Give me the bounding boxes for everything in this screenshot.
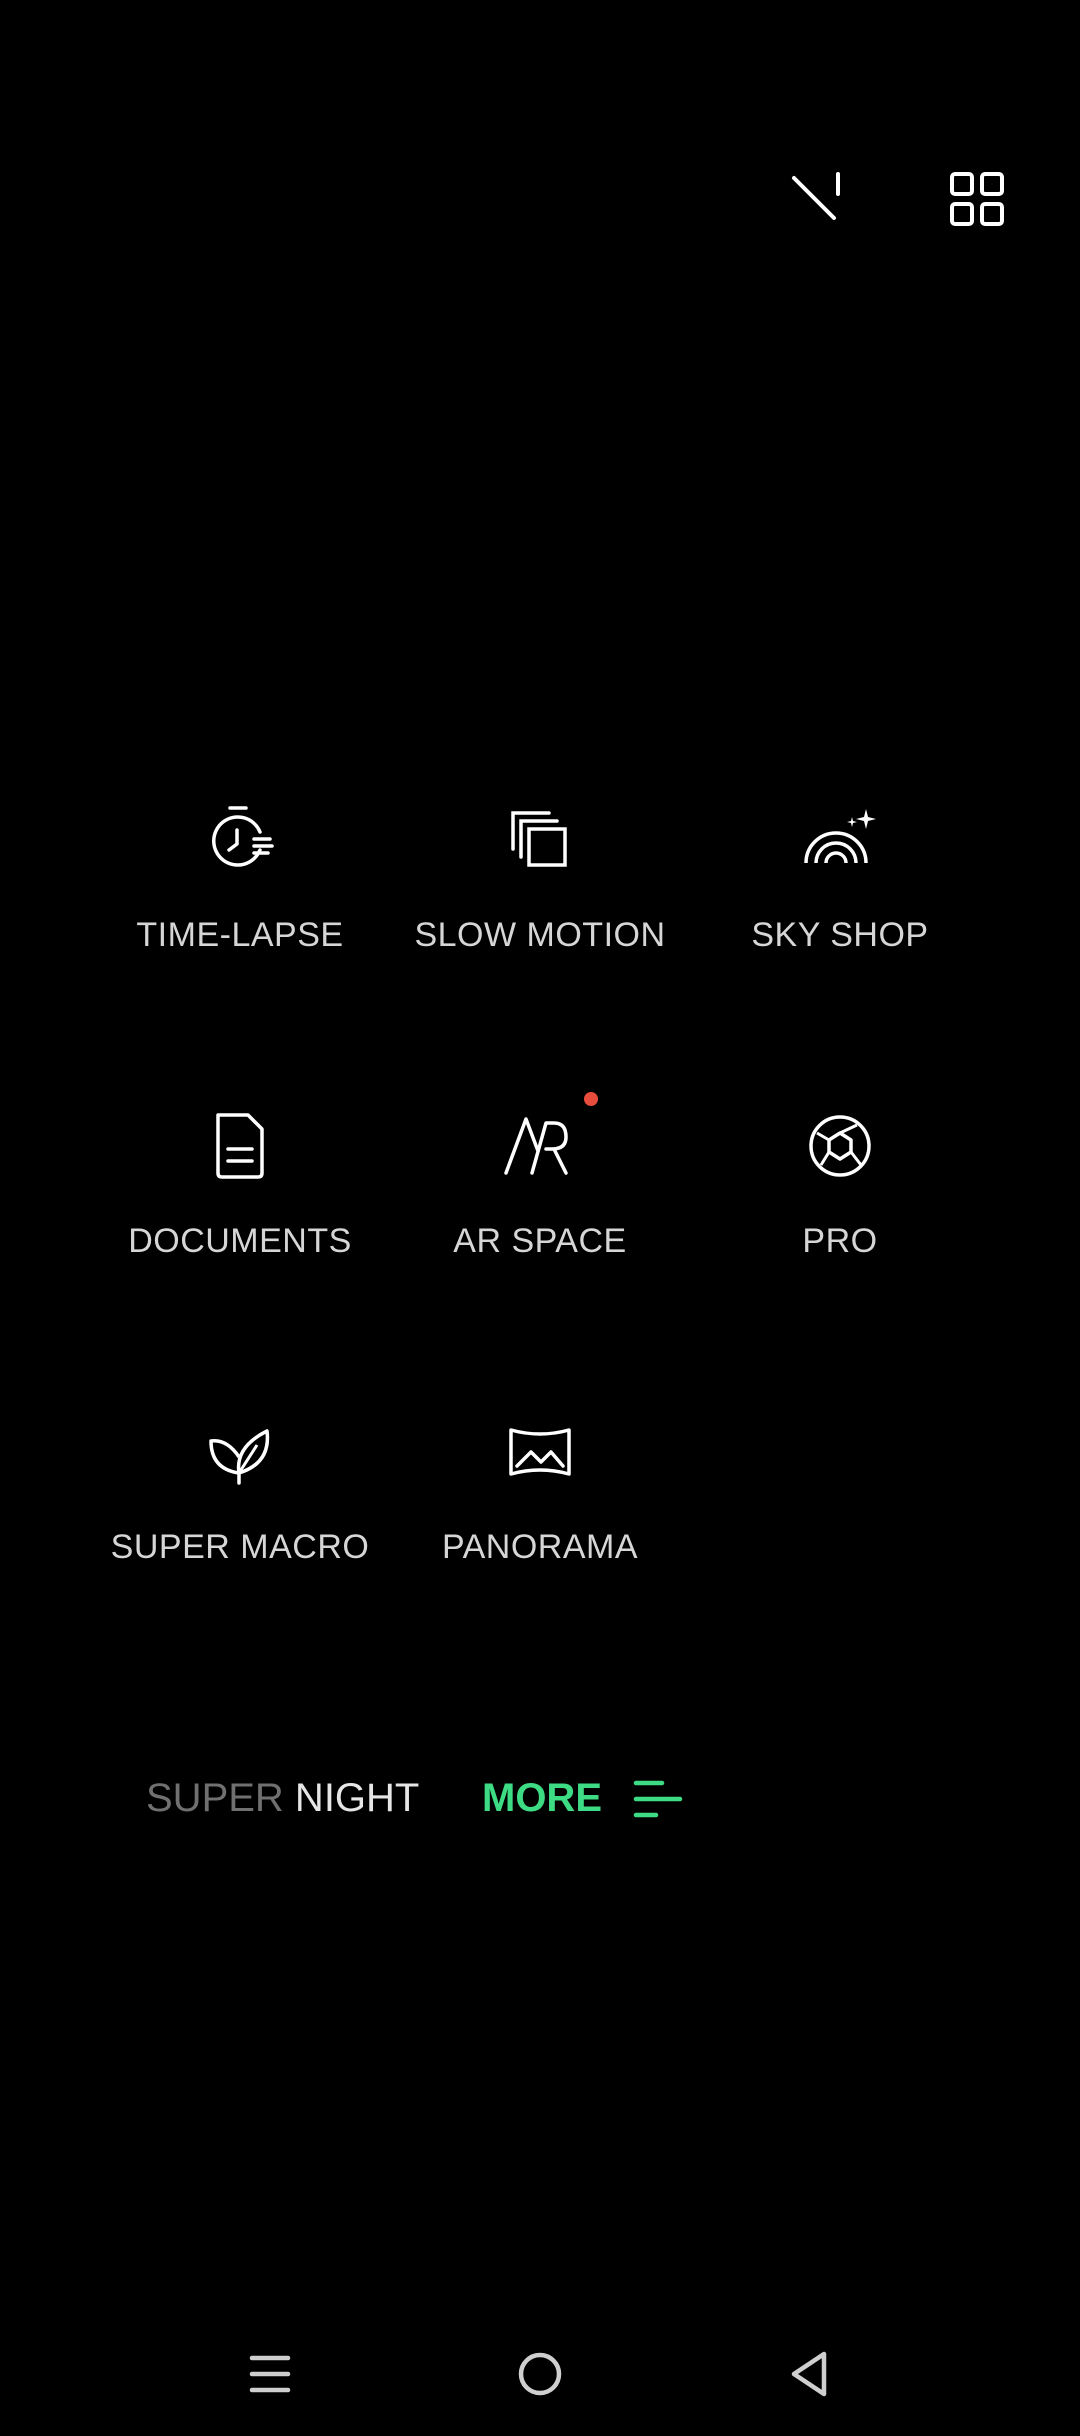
mode-super-night-prefix: SUPER xyxy=(146,1776,284,1820)
mode-super-macro[interactable]: SUPER MACRO xyxy=(90,1412,390,1612)
nav-back-button[interactable] xyxy=(760,2324,860,2424)
panorama-icon xyxy=(500,1412,580,1492)
rainbow-sparkle-icon xyxy=(800,800,880,880)
mode-label: SKY SHOP xyxy=(751,916,929,954)
mode-label: DOCUMENTS xyxy=(128,1222,352,1260)
mode-slow-motion[interactable]: SLOW MOTION xyxy=(390,800,690,1000)
home-icon xyxy=(518,2352,562,2396)
timer-icon xyxy=(200,800,280,880)
mode-panorama[interactable]: PANORAMA xyxy=(390,1412,690,1612)
mode-ar-space[interactable]: AR SPACE xyxy=(390,1092,690,1306)
document-icon xyxy=(200,1106,280,1186)
nav-menu-button[interactable] xyxy=(220,2324,320,2424)
mode-label: AR SPACE xyxy=(453,1222,627,1260)
mode-super-night[interactable]: SUPER NIGHT xyxy=(146,1776,419,1821)
more-menu-icon xyxy=(633,1780,683,1817)
more-label: MORE xyxy=(482,1776,602,1820)
stacked-frames-icon xyxy=(500,800,580,880)
mode-label: PANORAMA xyxy=(441,1528,639,1566)
mode-time-lapse[interactable]: TIME-LAPSE xyxy=(90,800,390,1000)
mode-documents[interactable]: DOCUMENTS xyxy=(90,1106,390,1306)
grid-button[interactable] xyxy=(928,150,1028,250)
new-badge xyxy=(584,1092,598,1106)
mode-sky-shop[interactable]: SKY SHOP xyxy=(690,800,990,1000)
leaf-icon xyxy=(200,1412,280,1492)
mode-label: SUPER MACRO xyxy=(110,1528,370,1566)
mode-label: SLOW MOTION xyxy=(414,916,666,954)
mode-label: PRO xyxy=(802,1222,878,1260)
mode-super-night-label: NIGHT xyxy=(283,1776,420,1820)
back-icon xyxy=(791,2351,827,2397)
more-modes-button[interactable]: MORE xyxy=(482,1776,684,1821)
magic-wand-button[interactable] xyxy=(766,150,866,250)
mode-pro[interactable]: PRO xyxy=(690,1106,990,1306)
menu-icon xyxy=(249,2355,291,2393)
ar-icon xyxy=(500,1092,598,1186)
aperture-icon xyxy=(800,1106,880,1186)
nav-home-button[interactable] xyxy=(490,2324,590,2424)
magic-wand-icon xyxy=(792,172,840,220)
mode-label: TIME-LAPSE xyxy=(136,916,344,954)
grid-icon xyxy=(950,172,1004,226)
